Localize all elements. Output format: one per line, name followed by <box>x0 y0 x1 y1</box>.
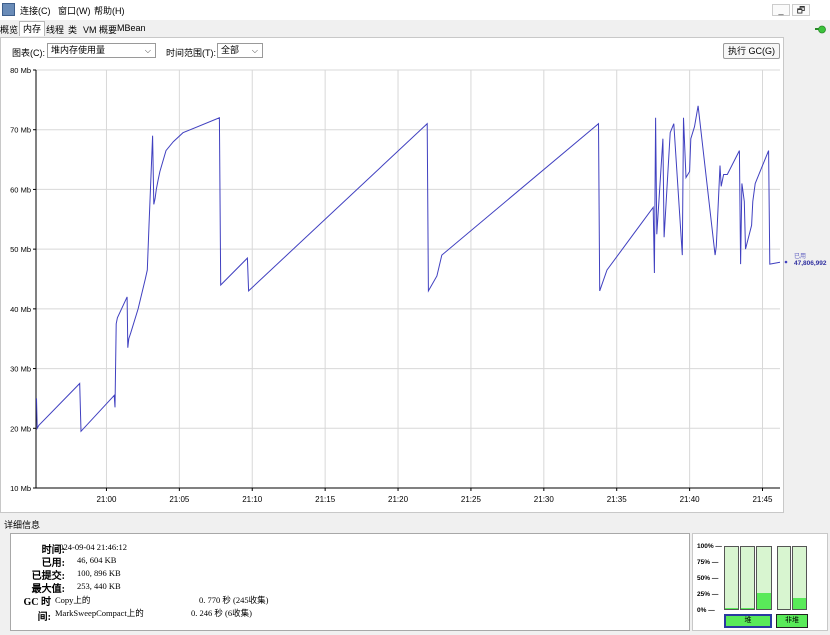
nonheap-bar-2[interactable] <box>792 546 807 610</box>
x-tick-label: 21:35 <box>607 495 628 504</box>
tab-classes[interactable]: 类 <box>68 23 77 36</box>
y-tick-label: 70 Mb <box>10 126 31 135</box>
pct-label-0: 0% — <box>697 607 715 614</box>
heap-button[interactable]: 堆 <box>724 614 772 628</box>
connection-status-icon <box>815 25 826 34</box>
series-line-used <box>36 105 781 433</box>
y-tick-label: 80 Mb <box>10 66 31 75</box>
heap-memory-chart: 10 Mb 20 Mb 30 Mb 40 Mb 50 Mb 60 Mb 70 Mb 80 Mb… <box>10 66 827 504</box>
java-app-icon <box>2 3 15 16</box>
tab-bar: 概览 内存 线程 类 VM 概要 MBean <box>0 20 830 37</box>
x-tick-label: 21:40 <box>680 495 701 504</box>
nonheap-bar-1[interactable] <box>777 546 791 610</box>
gc-copy-name: Copy上的 <box>55 595 91 605</box>
x-tick-label: 21:05 <box>169 495 190 504</box>
perform-gc-button[interactable]: 执行 GC(G) <box>723 43 780 59</box>
x-tick-label: 21:15 <box>315 495 336 504</box>
details-box: 时间: 2024-09-04 21:46:12 已用: 46, 604 KB 已… <box>10 533 690 631</box>
heap-bar-1[interactable] <box>724 546 739 610</box>
chevron-down-icon: ⌵ <box>144 46 151 55</box>
tab-mbean[interactable]: MBean <box>117 23 146 33</box>
x-tick-label: 21:10 <box>242 495 263 504</box>
legend-marker-icon <box>784 260 788 264</box>
gc-marksweep-name: MarkSweepCompact上的 <box>55 608 144 618</box>
heap-bar-2[interactable] <box>740 546 755 610</box>
menu-help[interactable]: 帮助(H) <box>94 4 125 17</box>
chart-select[interactable]: 堆内存使用量 ⌵ <box>47 43 156 58</box>
menu-connect[interactable]: 连接(C) <box>20 4 51 17</box>
x-tick-label: 21:00 <box>96 495 117 504</box>
legend-series-name: 已用 <box>794 253 806 260</box>
gc-time-label: GC 时间: <box>23 597 52 623</box>
pct-label-25: 25% — <box>697 591 719 598</box>
range-select-value: 全部 <box>221 45 240 55</box>
y-tick-label: 40 Mb <box>10 305 31 314</box>
pct-label-75: 75% — <box>697 559 719 566</box>
tab-memory[interactable]: 内存 <box>19 21 46 36</box>
minimize-button[interactable]: _ <box>772 4 790 16</box>
menu-window[interactable]: 窗口(W) <box>58 4 91 17</box>
max-value: 253, 440 KB <box>77 581 121 591</box>
legend-series-value: 47,806,992 <box>794 260 827 267</box>
y-tick-label: 20 Mb <box>10 424 31 433</box>
x-tick-label: 21:30 <box>534 495 555 504</box>
pct-label-50: 50% — <box>697 575 719 582</box>
tab-vm-summary[interactable]: VM 概要 <box>83 23 117 36</box>
x-tick-label: 21:25 <box>461 495 482 504</box>
gc-marksweep-value: 0. 246 秒 (6收集) <box>191 608 252 618</box>
tab-overview[interactable]: 概览 <box>0 23 18 36</box>
y-tick-label: 30 Mb <box>10 365 31 374</box>
nonheap-button[interactable]: 非堆 <box>776 614 808 628</box>
used-value: 46, 604 KB <box>77 555 117 565</box>
time-value: 2024-09-04 21:46:12 <box>55 542 128 552</box>
chart-y-axis: 10 Mb 20 Mb 30 Mb 40 Mb 50 Mb 60 Mb 70 Mb 80 Mb <box>10 66 37 493</box>
x-tick-label: 21:45 <box>752 495 773 504</box>
pct-label-100: 100% — <box>697 543 722 550</box>
gc-copy-value: 0. 770 秒 (245收集) <box>199 595 269 605</box>
heap-bar-3[interactable] <box>756 546 772 610</box>
y-tick-label: 50 Mb <box>10 245 31 254</box>
committed-value: 100, 896 KB <box>77 568 121 578</box>
chevron-down-icon: ⌵ <box>251 46 258 55</box>
chart-legend: 已用 47,806,992 <box>784 253 827 267</box>
chart-select-value: 堆内存使用量 <box>51 45 106 55</box>
details-title: 详细信息 <box>4 520 41 530</box>
chart-grid <box>36 69 780 489</box>
chart-label: 图表(C): <box>12 48 45 58</box>
restore-button[interactable]: 🗗 <box>792 4 810 16</box>
range-label: 时间范围(T): <box>166 48 216 58</box>
tab-threads[interactable]: 线程 <box>46 23 64 36</box>
chart-x-axis: 21:00 21:05 21:10 21:15 21:20 21:25 21:30 21:35… <box>36 487 780 504</box>
menu-bar: 连接(C) 窗口(W) 帮助(H) _ 🗗 <box>0 0 830 21</box>
y-tick-label: 10 Mb <box>10 484 31 493</box>
y-tick-label: 60 Mb <box>10 185 31 194</box>
range-select[interactable]: 全部 ⌵ <box>217 43 263 58</box>
x-tick-label: 21:20 <box>388 495 409 504</box>
